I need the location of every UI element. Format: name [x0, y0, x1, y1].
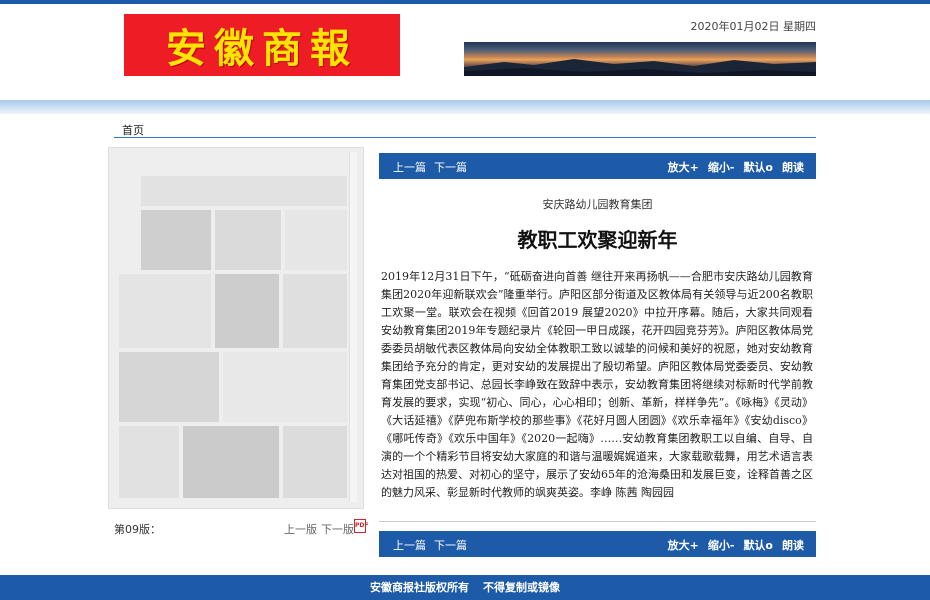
- default-size-button[interactable]: 默认o: [743, 539, 773, 552]
- breadcrumb: 首页: [114, 114, 816, 138]
- article-toolbar-top: 上一篇 下一篇 放大+ 缩小- 默认o 朗读: [379, 153, 816, 179]
- article-toolbar-bottom: 上一篇 下一篇 放大+ 缩小- 默认o 朗读: [379, 531, 816, 557]
- thumbnail-block: [285, 210, 347, 270]
- article-title: 教职工欢聚迎新年: [517, 228, 678, 252]
- read-aloud-button[interactable]: 朗读: [782, 539, 804, 552]
- zoom-out-button[interactable]: 缩小-: [708, 161, 735, 174]
- masthead: 安徽商報 2020年01月02日 星期四: [0, 4, 930, 100]
- zoom-in-button[interactable]: 放大+: [668, 539, 699, 552]
- page-number-label: 第09版：: [114, 523, 161, 536]
- article-content: 安庆路幼儿园教育集团 教职工欢聚迎新年 2019年12月31日下午，“砥砺奋进向…: [379, 180, 816, 522]
- prev-article-link[interactable]: 上一篇: [393, 539, 426, 552]
- landscape-banner-image: [464, 42, 816, 76]
- newspaper-logo[interactable]: 安徽商報: [124, 14, 400, 76]
- next-article-link[interactable]: 下一篇: [434, 161, 467, 174]
- next-article-link[interactable]: 下一篇: [434, 539, 467, 552]
- thumbnail-block: [141, 210, 211, 270]
- page-thumbnail[interactable]: [108, 147, 364, 509]
- thumbnail-block: [119, 352, 219, 422]
- mountain-silhouette: [464, 59, 816, 76]
- thumbnail-block: [141, 176, 347, 206]
- thumbnail-block: [119, 274, 211, 348]
- page-nav: 上一版 下一版: [284, 521, 358, 537]
- default-size-button[interactable]: 默认o: [743, 161, 773, 174]
- copy-notice-text: 不得复制或镜像: [483, 581, 560, 594]
- thumbnail-block: [215, 274, 279, 348]
- pdf-icon[interactable]: PDF: [354, 519, 368, 533]
- zoom-in-button[interactable]: 放大+: [668, 161, 699, 174]
- prev-article-link[interactable]: 上一篇: [393, 161, 426, 174]
- issue-date: 2020年01月02日 星期四: [690, 20, 817, 33]
- logo-text: 安徽商報: [166, 25, 358, 72]
- thumbnail-block: [283, 274, 347, 348]
- prev-page-link[interactable]: 上一版: [284, 523, 317, 536]
- article-subtitle: 安庆路幼儿园教育集团: [542, 198, 653, 211]
- thumbnail-block: [223, 352, 347, 422]
- copyright-text: 安徽商报社版权所有: [370, 581, 469, 594]
- thumbnail-block: [283, 426, 347, 498]
- breadcrumb-home-link[interactable]: 首页: [122, 122, 144, 138]
- article-body: 2019年12月31日下午，“砥砺奋进向首善 继往开来再扬帆——合肥市安庆路幼儿…: [381, 270, 813, 499]
- thumbnail-block: [215, 210, 281, 270]
- read-aloud-button[interactable]: 朗读: [782, 161, 804, 174]
- header-wave-strip: [0, 100, 930, 114]
- next-page-link[interactable]: 下一版: [321, 523, 354, 536]
- thumbnail-block: [119, 426, 179, 498]
- zoom-out-button[interactable]: 缩小-: [708, 539, 735, 552]
- thumbnail-scrollbar[interactable]: [349, 152, 357, 502]
- thumbnail-block: [183, 426, 279, 498]
- site-footer: 安徽商报社版权所有 不得复制或镜像: [0, 575, 930, 600]
